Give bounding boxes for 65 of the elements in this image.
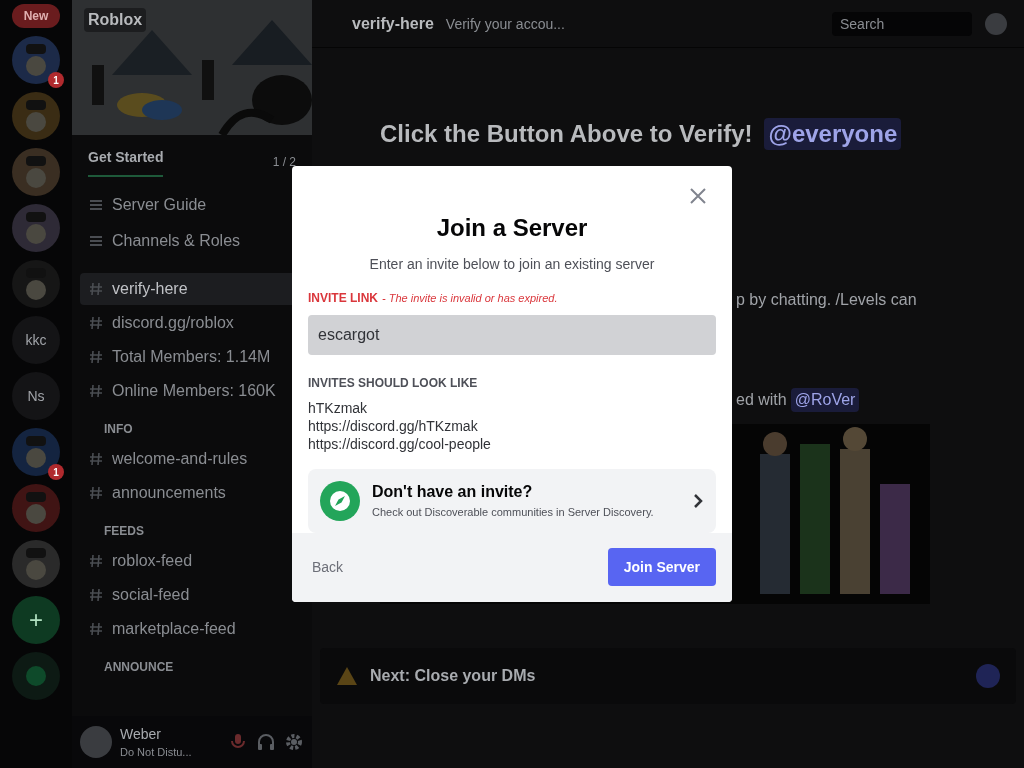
hash-icon — [88, 587, 104, 603]
message-text: p by chatting. /Levels can — [736, 290, 918, 310]
add-server-button[interactable]: + — [12, 596, 60, 644]
example-invite: https://discord.gg/hTKzmak — [308, 416, 479, 435]
channel-item[interactable]: Total Members: 1.14M — [80, 341, 304, 373]
compass-icon[interactable] — [12, 652, 60, 700]
help-icon[interactable] — [984, 11, 1008, 36]
warning-icon — [336, 666, 358, 686]
discovery-title: Don't have an invite? — [372, 482, 534, 503]
channel-item[interactable]: announcements — [80, 477, 304, 509]
join-server-button[interactable]: Join Server — [607, 548, 716, 587]
mention[interactable]: @RoVer — [790, 388, 860, 412]
sidebar-item[interactable]: Server Guide — [112, 193, 207, 217]
settings-icon[interactable] — [284, 732, 304, 752]
hash-icon — [88, 451, 104, 467]
category-label[interactable]: ANNOUNCE — [80, 659, 304, 675]
search-field[interactable]: Search — [832, 11, 972, 36]
notice-title: Next: Close your DMs — [370, 666, 536, 686]
get-started-title: Get Started — [88, 147, 164, 177]
channel-item[interactable]: social-feed — [80, 579, 304, 611]
back-link[interactable]: Back — [308, 557, 348, 578]
hash-icon — [88, 621, 104, 637]
server-icon[interactable]: kkc — [12, 316, 60, 364]
channel-item[interactable]: marketplace-feed — [80, 613, 304, 645]
message-text: ed with — [736, 390, 787, 410]
close-icon[interactable] — [688, 186, 708, 206]
hash-icon — [88, 383, 104, 399]
invite-link-field[interactable]: escargot — [308, 314, 716, 355]
mention[interactable]: @everyone — [764, 118, 902, 150]
field-label: INVITE LINK — [308, 290, 378, 306]
server-icon[interactable]: Ns — [12, 372, 60, 420]
channel-item[interactable]: Online Members: 160K — [80, 375, 304, 407]
chevron-right-icon — [692, 492, 704, 509]
dialog-subtitle: Enter an invite below to join an existing server — [368, 255, 656, 274]
channel-title: verify-here — [352, 13, 434, 34]
channel-item[interactable]: welcome-and-rules — [80, 443, 304, 475]
next-button[interactable] — [976, 664, 1000, 688]
new-badge: New — [11, 4, 61, 28]
hash-icon — [88, 315, 104, 331]
discovery-text: Check out Discoverable communities in Server Discovery. — [372, 505, 655, 521]
unread-badge: 1 — [48, 464, 64, 480]
sidebar-item[interactable]: Channels & Roles — [112, 229, 241, 253]
unread-badge: 1 — [48, 72, 64, 88]
hash-icon — [88, 281, 104, 297]
compass-icon — [320, 480, 360, 521]
channel-item[interactable]: discord.gg/roblox — [80, 307, 304, 339]
hash-icon — [88, 485, 104, 501]
page-indicator: 1 / 2 — [272, 154, 296, 170]
channel-item[interactable]: roblox-feed — [80, 545, 304, 577]
avatar[interactable] — [80, 726, 112, 758]
error-message: - The invite is invalid or has expired. — [382, 291, 558, 306]
discovery-card[interactable]: Don't have an invite? Check out Discoverable communities in Server Discovery. — [308, 468, 716, 533]
hash-icon — [88, 553, 104, 569]
example-invite: hTKzmak — [308, 398, 369, 417]
list-icon — [88, 233, 104, 249]
channel-topic: Verify your accou... — [445, 14, 565, 34]
headphones-icon[interactable] — [256, 732, 276, 752]
dialog-title: Join a Server — [435, 213, 589, 243]
hash-icon — [88, 349, 104, 365]
user-status: Do Not Distu... — [120, 744, 193, 760]
message-heading: Click the Button Above to Verify! — [380, 119, 753, 149]
examples-title: INVITES SHOULD LOOK LIKE — [308, 374, 479, 391]
list-icon — [88, 197, 104, 213]
example-invite: https://discord.gg/cool-people — [308, 434, 492, 453]
user-name: Weber — [120, 724, 162, 744]
